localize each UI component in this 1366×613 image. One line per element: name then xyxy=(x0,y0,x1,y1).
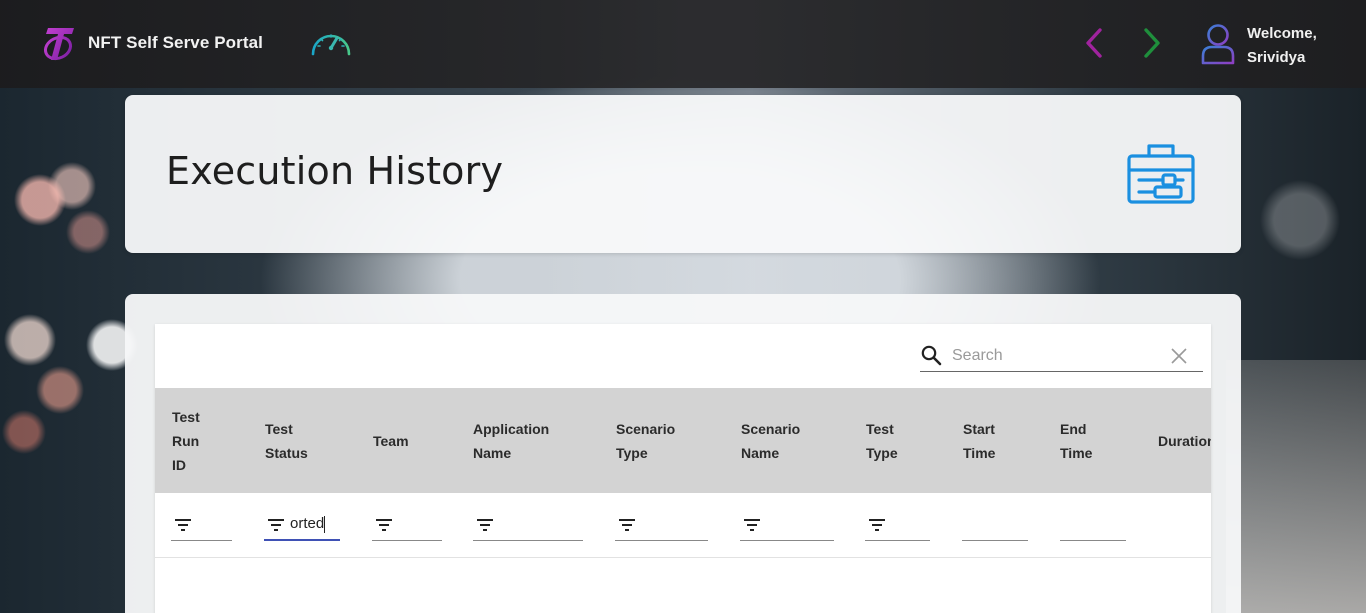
column-header-application-name[interactable]: Application Name xyxy=(473,388,549,493)
column-header-end-time[interactable]: End Time xyxy=(1060,388,1092,493)
filter-icon xyxy=(268,519,284,531)
execution-table-card: Test Run ID Test Status Team Application… xyxy=(125,294,1241,613)
filter-application-name[interactable] xyxy=(473,511,583,541)
user-name: Srividya xyxy=(1247,49,1306,66)
filter-test-run-id[interactable] xyxy=(171,511,232,541)
chevron-left-icon[interactable] xyxy=(1080,26,1108,60)
column-header-start-time[interactable]: Start Time xyxy=(963,388,995,493)
column-header-team[interactable]: Team xyxy=(373,388,409,493)
search-input[interactable] xyxy=(952,342,1162,370)
filter-value xyxy=(1064,515,1112,537)
filter-icon xyxy=(376,519,392,531)
column-header-test-run-id[interactable]: Test Run ID xyxy=(172,388,200,493)
filter-start-time[interactable] xyxy=(962,511,1028,541)
welcome-message: Welcome, Srividya xyxy=(1247,22,1317,70)
filter-value xyxy=(197,515,245,537)
filter-value xyxy=(766,515,814,537)
toolbox-icon xyxy=(1127,144,1195,204)
filter-team[interactable] xyxy=(372,511,442,541)
column-header-scenario-name[interactable]: Scenario Name xyxy=(741,388,800,493)
search-icon xyxy=(921,345,942,366)
filter-test-type[interactable] xyxy=(865,511,930,541)
chevron-right-icon[interactable] xyxy=(1138,26,1166,60)
filter-value xyxy=(398,515,446,537)
filter-value xyxy=(499,515,547,537)
filter-scenario-name[interactable] xyxy=(740,511,834,541)
filter-test-status[interactable]: orted xyxy=(264,511,340,541)
filter-value xyxy=(891,515,939,537)
column-header-test-status[interactable]: Test Status xyxy=(265,388,308,493)
page-title: Execution History xyxy=(166,149,504,193)
portal-title[interactable]: NFT Self Serve Portal xyxy=(88,33,263,53)
telstra-logo-icon[interactable] xyxy=(42,22,78,64)
page-title-card: Execution History xyxy=(125,95,1241,253)
filter-icon xyxy=(744,519,760,531)
welcome-label: Welcome, xyxy=(1247,25,1317,42)
filter-icon xyxy=(175,519,191,531)
speedometer-icon[interactable] xyxy=(309,26,353,60)
search-box xyxy=(920,342,1203,372)
top-header: NFT Self Serve Portal Welcome, Srividya xyxy=(0,0,1366,88)
column-header-duration[interactable]: Duration xyxy=(1158,388,1211,493)
filter-end-time[interactable] xyxy=(1060,511,1126,541)
filter-icon xyxy=(869,519,885,531)
table-filter-row: orted xyxy=(155,493,1211,558)
column-header-test-type[interactable]: Test Type xyxy=(866,388,898,493)
close-icon[interactable] xyxy=(1170,347,1188,365)
filter-icon xyxy=(477,519,493,531)
filter-icon xyxy=(619,519,635,531)
filter-value xyxy=(641,515,689,537)
user-icon[interactable] xyxy=(1198,22,1238,66)
table-body xyxy=(155,559,1211,613)
filter-scenario-type[interactable] xyxy=(615,511,708,541)
execution-table: Test Run ID Test Status Team Application… xyxy=(155,324,1211,613)
table-header-row: Test Run ID Test Status Team Application… xyxy=(155,388,1211,493)
filter-value: orted xyxy=(290,515,326,533)
column-header-scenario-type[interactable]: Scenario Type xyxy=(616,388,675,493)
filter-value xyxy=(966,515,1014,537)
